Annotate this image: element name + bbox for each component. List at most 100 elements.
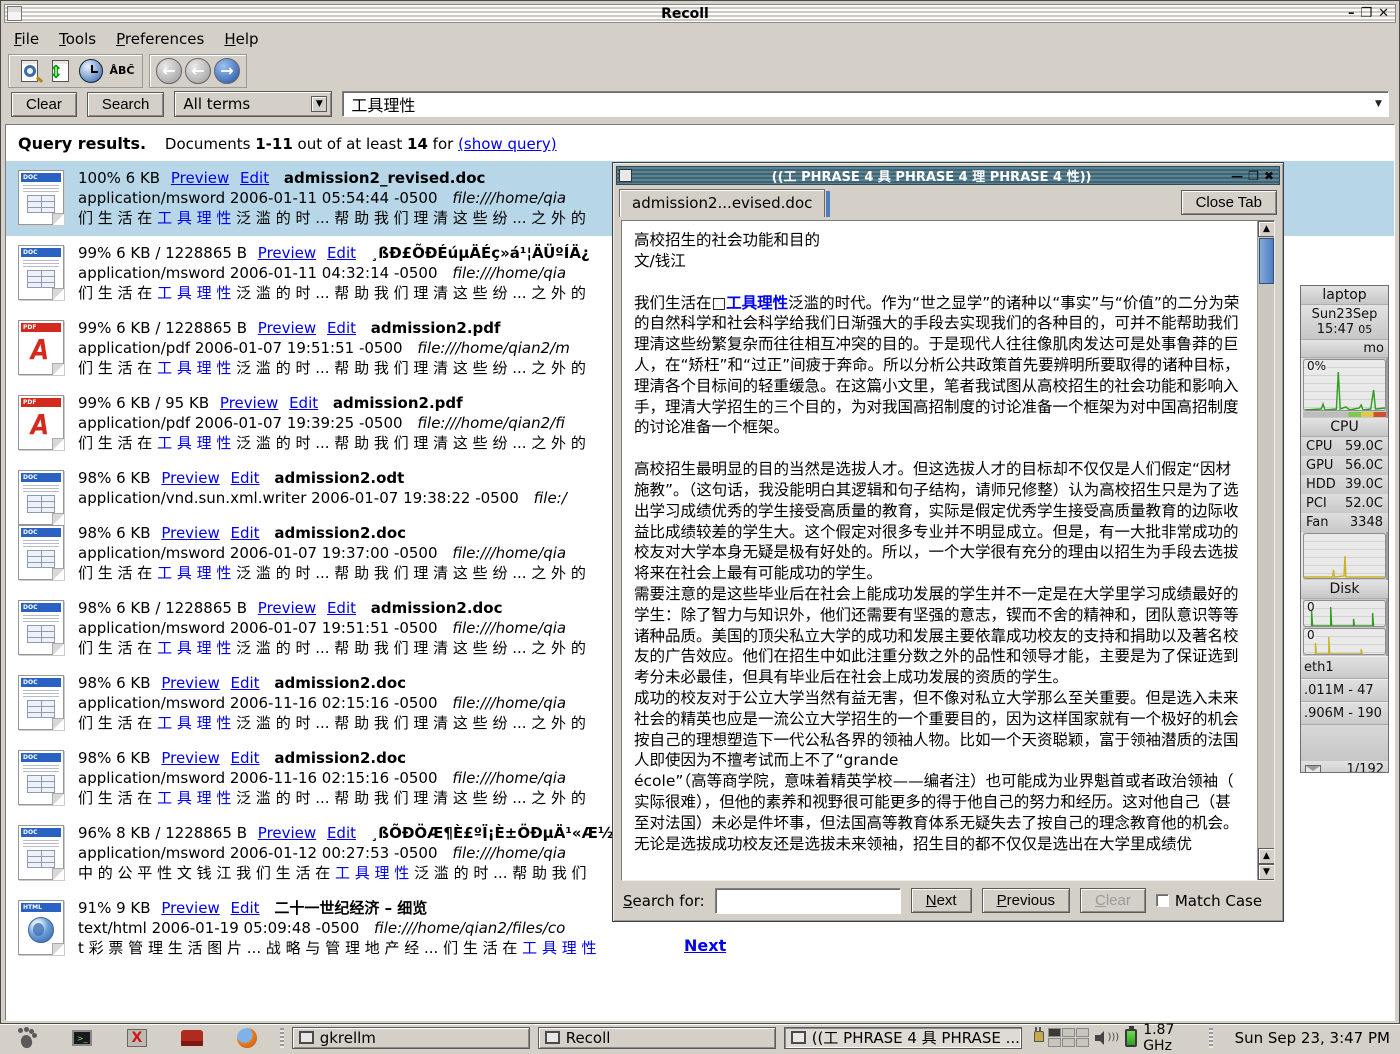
edit-link[interactable]: Edit (231, 749, 260, 767)
preview-link[interactable]: Preview (161, 469, 219, 487)
scroll-up2-icon[interactable]: ▲ (1258, 848, 1275, 864)
sort-parameters-button[interactable]: ⇕ (46, 57, 74, 85)
edit-link[interactable]: Edit (240, 169, 269, 187)
clock-handle[interactable] (1209, 1028, 1213, 1048)
document-history-button[interactable] (77, 57, 105, 85)
preview-minimize-button[interactable]: — (1231, 169, 1243, 183)
taskbar-task-button[interactable]: gkrellm (292, 1027, 530, 1049)
preview-link[interactable]: Preview (161, 749, 219, 767)
search-mode-select[interactable]: All terms ▼ (174, 91, 332, 117)
fan-value: 3348 (1350, 513, 1383, 532)
preview-link[interactable]: Preview (258, 244, 316, 262)
preview-link[interactable]: Preview (220, 394, 278, 412)
preview-link[interactable]: Preview (161, 524, 219, 542)
taskbar: >_ X gkrellm Recoll ((工 PHRASE 4 具 PHRAS… (0, 1024, 1400, 1050)
nav-back-button[interactable]: ← (185, 58, 211, 84)
mail-row[interactable]: 1/192 (1301, 761, 1388, 773)
preview-window-menu-button[interactable] (619, 169, 632, 182)
clock-applet[interactable]: Sun Sep 23, 3:47 PM (1227, 1029, 1398, 1047)
advanced-search-button[interactable] (15, 57, 43, 85)
fan-label: Fan (1306, 513, 1329, 532)
preview-titlebar[interactable]: ((工 PHRASE 4 具 PHRASE 4 理 PHRASE 4 性)) —… (616, 166, 1280, 185)
task-window-icon (545, 1031, 560, 1044)
term-explorer-button[interactable]: ÅBĈ (108, 57, 136, 85)
preview-tab[interactable]: admission2...evised.doc (619, 189, 825, 217)
result-url: file:///home/qian2/files/co (374, 919, 565, 937)
preview-link[interactable]: Preview (171, 169, 229, 187)
edit-link[interactable]: Edit (289, 394, 318, 412)
clear-button[interactable]: Clear (11, 92, 77, 117)
result-filename: admission2_revised.doc (284, 169, 486, 187)
minimize-button[interactable]: – (1348, 6, 1355, 21)
result-mime-date: application/pdf 2006-01-07 19:39:25 -050… (78, 414, 403, 432)
nav-forward-button[interactable]: → (214, 58, 240, 84)
tasklist-handle[interactable] (280, 1028, 284, 1048)
query-input[interactable] (349, 94, 1371, 115)
preview-link[interactable]: Preview (161, 899, 219, 917)
menu-preferences[interactable]: Preferences (106, 28, 214, 50)
terminal-launcher[interactable]: >_ (71, 1027, 94, 1049)
power-plug-icon[interactable] (1032, 1029, 1043, 1047)
preview-link[interactable]: Preview (161, 674, 219, 692)
firefox-launcher[interactable] (235, 1027, 258, 1049)
result-url: file:///home/qian2/fi (417, 414, 565, 432)
battery-icon[interactable] (1125, 1029, 1137, 1047)
preview-restore-button[interactable]: ❐ (1248, 169, 1259, 183)
edit-link[interactable]: Edit (231, 524, 260, 542)
find-next-button[interactable]: Next (911, 888, 972, 913)
show-query-link[interactable]: (show query) (458, 135, 557, 153)
preview-tabbar: admission2...evised.doc Close Tab (619, 189, 1277, 217)
edit-link[interactable]: Edit (231, 469, 260, 487)
menu-help[interactable]: Help (214, 28, 268, 50)
preview-scrollbar[interactable]: ▲ ▲ ▼ (1257, 221, 1274, 880)
checkbox-icon[interactable] (1156, 894, 1169, 907)
cpu-frequency: 1.87 GHz (1143, 1022, 1201, 1054)
scrollbar-thumb[interactable] (1259, 238, 1274, 284)
preview-close-button[interactable]: ✖ (1264, 169, 1274, 183)
scroll-up-icon[interactable]: ▲ (1258, 221, 1275, 237)
preview-text[interactable]: 高校招生的社会功能和目的 文/钱江我们生活在□工具理性泛滥的时代。作为“世之显学… (622, 221, 1257, 880)
edit-link[interactable]: Edit (327, 824, 356, 842)
search-button[interactable]: Search (87, 92, 165, 117)
recoll-titlebar[interactable]: Recoll – ❐ ✕ (4, 4, 1396, 23)
edit-link[interactable]: Edit (231, 674, 260, 692)
taskbar-task-button[interactable]: ((工 PHRASE 4 具 PHRASE ... (784, 1027, 1022, 1049)
edit-link[interactable]: Edit (327, 599, 356, 617)
preview-search-input[interactable] (720, 889, 896, 913)
workspace-switcher[interactable] (1048, 1028, 1089, 1047)
edit-link[interactable]: Edit (231, 899, 260, 917)
scroll-down-icon[interactable]: ▼ (1258, 864, 1275, 880)
advanced-search-icon (21, 60, 38, 82)
gkrellm-clock: Sun23Sep 15:47 05 (1301, 305, 1388, 340)
menu-file[interactable]: File (4, 28, 49, 50)
nav-first-button[interactable]: ← (156, 58, 182, 84)
find-previous-button[interactable]: Previous (982, 888, 1070, 913)
toolbar-group-tools: ⇕ ÅBĈ (8, 54, 143, 88)
query-history-chevron-icon[interactable]: ▼ (1371, 95, 1386, 113)
result-url: file:///home/qia (452, 694, 566, 712)
close-tab-button[interactable]: Close Tab (1181, 190, 1277, 215)
result-url: file:/ (534, 489, 567, 507)
editor-launcher[interactable] (180, 1027, 203, 1049)
result-relevance-size: 99% 6 KB / 1228865 B (78, 244, 247, 262)
edit-link[interactable]: Edit (327, 244, 356, 262)
mail-count: 1/192 (1347, 762, 1384, 773)
window-menu-button[interactable] (7, 6, 22, 21)
preview-link[interactable]: Preview (258, 319, 316, 337)
find-clear-button[interactable]: Clear (1080, 888, 1146, 913)
menu-tools[interactable]: Tools (49, 28, 106, 50)
taskbar-task-button[interactable]: Recoll (538, 1027, 776, 1049)
close-button[interactable]: ✕ (1378, 6, 1389, 21)
restore-button[interactable]: ❐ (1360, 6, 1372, 21)
gnome-menu-button[interactable] (16, 1027, 39, 1049)
match-case-checkbox[interactable]: Match Case (1156, 892, 1262, 910)
result-filename: 二十一世纪经济 – 细览 (274, 899, 427, 917)
preview-link[interactable]: Preview (258, 599, 316, 617)
speaker-icon[interactable] (1095, 1030, 1111, 1046)
next-page-link[interactable]: Next (684, 936, 726, 955)
preview-link[interactable]: Preview (258, 824, 316, 842)
edit-link[interactable]: Edit (327, 319, 356, 337)
screen-lock-launcher[interactable]: X (126, 1027, 149, 1049)
gkrellm-window[interactable]: laptop Sun23Sep 15:47 05 mo 0% CPU CPU59… (1300, 285, 1389, 773)
file-type-icon: DOC (18, 170, 64, 225)
